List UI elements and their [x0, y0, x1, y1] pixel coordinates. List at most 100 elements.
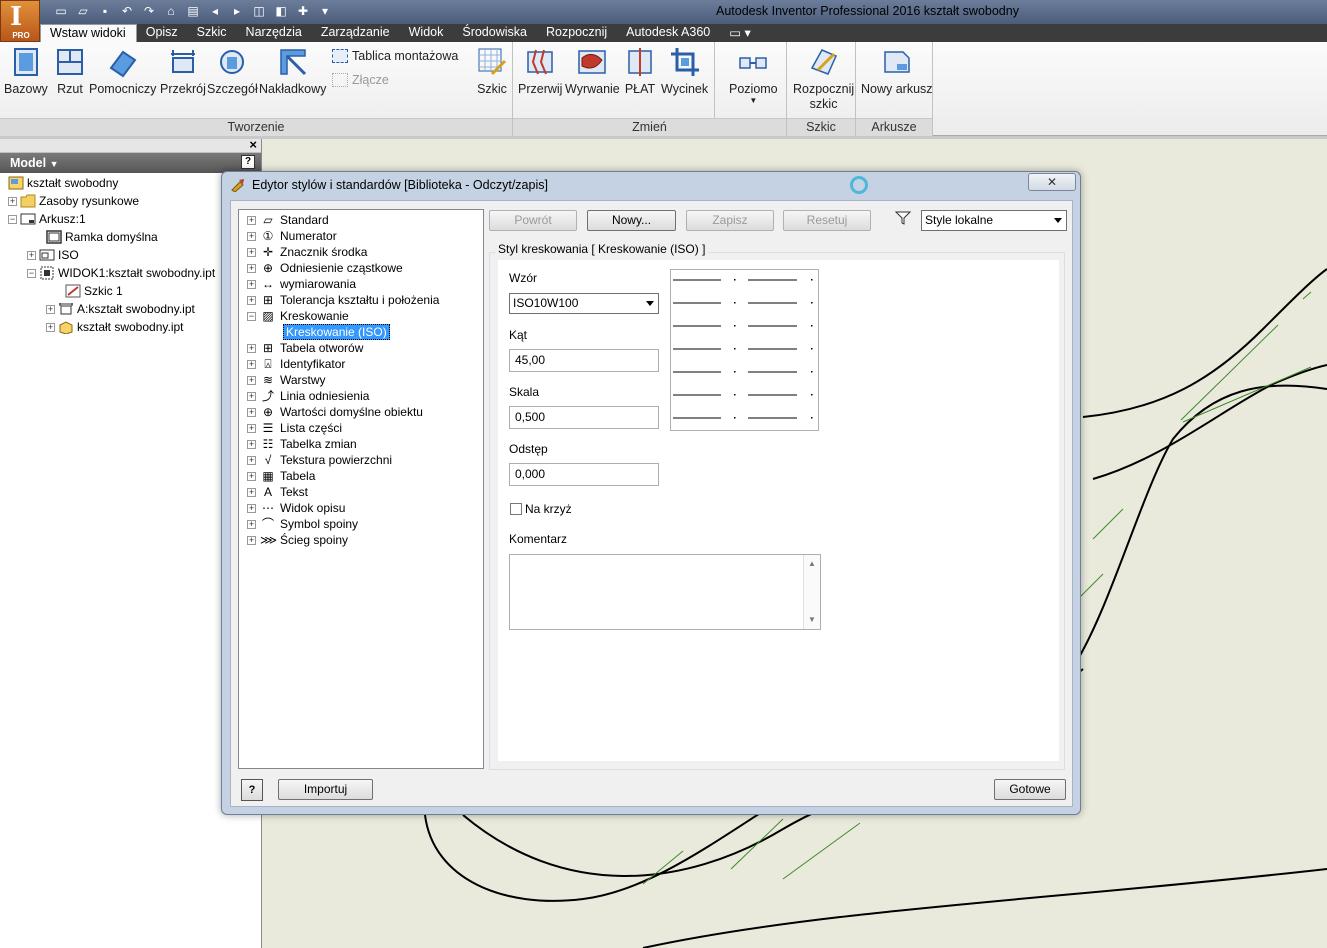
expand-icon[interactable]: + [247, 215, 256, 225]
ribbon-tab-4[interactable]: Zarządzanie [312, 24, 400, 42]
szkic-button[interactable]: Szkic [476, 46, 508, 97]
powrot-button[interactable]: Powrót [489, 210, 577, 231]
style-tree-item[interactable]: + ⍓ Identyfikator [247, 356, 345, 372]
odstep-input[interactable]: 0,000 [509, 463, 659, 486]
ribbon-tab-1[interactable]: Opisz [137, 24, 188, 42]
na-krzyz-checkbox[interactable]: Na krzyż [510, 502, 572, 516]
expand-icon[interactable]: + [247, 359, 256, 369]
undo-icon[interactable]: ↶ [118, 3, 136, 19]
checkbox-box[interactable] [510, 503, 522, 515]
expand-icon[interactable]: + [247, 247, 256, 257]
collapse-icon[interactable]: − [247, 311, 256, 321]
add-icon[interactable]: ✚ [294, 3, 312, 19]
importuj-button[interactable]: Importuj [278, 779, 373, 800]
browser-help-icon[interactable]: ? [241, 155, 255, 169]
komentarz-scrollbar[interactable]: ▲ ▼ [803, 555, 820, 629]
expand-icon[interactable]: + [247, 263, 256, 273]
przekroj-button[interactable]: Przekrój [160, 46, 206, 97]
poziomo-button[interactable]: Poziomo ▼ [729, 46, 778, 105]
tree-item-a-ksztalt[interactable]: + A:kształt swobodny.ipt [46, 300, 195, 318]
style-tree-item[interactable]: + ⋙ Ścieg spoiny [247, 532, 348, 548]
expand-icon[interactable]: + [247, 439, 256, 449]
material-icon[interactable]: ◫ [250, 3, 268, 19]
bazowy-button[interactable]: Bazowy [4, 46, 48, 97]
qat-dropdown-icon[interactable]: ▾ [316, 3, 334, 19]
plat-button[interactable]: PŁAT [624, 46, 656, 97]
style-tree-item[interactable]: + ✛ Znacznik środka [247, 244, 367, 260]
rozpocznij-szkic-button[interactable]: Rozpocznij szkic [793, 46, 854, 112]
style-tree-item[interactable]: + ⋯ Widok opisu [247, 500, 345, 516]
collapse-icon[interactable]: − [8, 214, 17, 224]
print-icon[interactable]: ▤ [184, 3, 202, 19]
expand-icon[interactable]: + [247, 455, 256, 465]
wzor-select[interactable]: ISO10W100 [509, 293, 659, 314]
redo-icon[interactable]: ↷ [140, 3, 158, 19]
rzut-button[interactable]: Rzut [54, 46, 86, 97]
tablica-montazowa-button[interactable]: Tablica montażowa [332, 49, 458, 63]
expand-icon[interactable]: + [247, 535, 256, 545]
save-icon[interactable]: ▪ [96, 3, 114, 19]
ribbon-tab-3[interactable]: Narzędzia [237, 24, 312, 42]
style-tree-item[interactable]: + ⊕ Wartości domyślne obiektu [247, 404, 423, 420]
expand-icon[interactable]: + [247, 503, 256, 513]
ribbon-tab-2[interactable]: Szkic [188, 24, 237, 42]
komentarz-textarea[interactable]: ▲ ▼ [509, 554, 821, 630]
style-tree-item[interactable]: + ⤴ Linia odniesienia [247, 388, 369, 404]
style-tree-item[interactable]: − ▨ Kreskowanie [247, 308, 349, 324]
app-menu-button[interactable]: I PRO [0, 0, 40, 42]
ribbon-tab-5[interactable]: Widok [400, 24, 454, 42]
dialog-close-button[interactable]: ✕ [1028, 173, 1076, 191]
style-tree-item[interactable]: Kreskowanie (ISO) [283, 324, 390, 340]
expand-icon[interactable]: + [247, 295, 256, 305]
style-tree-item[interactable]: + ▦ Tabela [247, 468, 315, 484]
style-filter-select[interactable]: Style lokalne [921, 210, 1067, 231]
expand-icon[interactable]: + [247, 423, 256, 433]
update-icon[interactable]: ▸ [228, 3, 246, 19]
open-folder-icon[interactable]: ▱ [74, 3, 92, 19]
przerwij-button[interactable]: Przerwij [518, 46, 562, 97]
wyrwanie-button[interactable]: Wyrwanie [565, 46, 620, 97]
kat-input[interactable]: 45,00 [509, 349, 659, 372]
szczegol-button[interactable]: Szczegół [207, 46, 258, 97]
ribbon-tab-8[interactable]: Autodesk A360 [617, 24, 720, 42]
filter-icon[interactable] [895, 211, 911, 225]
ribbon-tab-0[interactable]: Wstaw widoki [40, 24, 137, 42]
new-file-icon[interactable]: ▭ [52, 3, 70, 19]
expand-icon[interactable]: + [247, 407, 256, 417]
style-tree-item[interactable]: + ≋ Warstwy [247, 372, 326, 388]
expand-icon[interactable]: + [8, 196, 17, 206]
appearance-icon[interactable]: ◧ [272, 3, 290, 19]
tree-item-root[interactable]: kształt swobodny [8, 174, 118, 192]
style-tree-item[interactable]: + ① Numerator [247, 228, 337, 244]
resetuj-button[interactable]: Resetuj [783, 210, 871, 231]
ribbon-tab-9[interactable]: ▭ ▾ [720, 24, 761, 42]
browser-header[interactable]: Model ▼ ? [0, 153, 261, 173]
style-tree-item[interactable]: + ☷ Tabelka zmian [247, 436, 357, 452]
tree-item-zasoby[interactable]: + Zasoby rysunkowe [8, 192, 139, 210]
expand-icon[interactable]: + [247, 391, 256, 401]
style-tree-item[interactable]: + ⌒ Symbol spoiny [247, 516, 358, 532]
expand-icon[interactable]: + [247, 375, 256, 385]
ribbon-tab-6[interactable]: Środowiska [453, 24, 537, 42]
collapse-icon[interactable]: − [27, 268, 36, 278]
style-tree-item[interactable]: + √ Tekstura powierzchni [247, 452, 392, 468]
tree-item-iso[interactable]: + ISO [27, 246, 79, 264]
nowy-arkusz-button[interactable]: Nowy arkusz [861, 46, 933, 97]
style-tree-item[interactable]: + ↔ wymiarowania [247, 276, 356, 292]
style-tree-item[interactable]: + ▱ Standard [247, 212, 329, 228]
expand-icon[interactable]: + [27, 250, 36, 260]
tree-item-widok1[interactable]: − WIDOK1:kształt swobodny.ipt [27, 264, 215, 282]
tree-item-szkic1[interactable]: Szkic 1 [65, 282, 123, 300]
expand-icon[interactable]: + [247, 343, 256, 353]
style-tree-item[interactable]: + ⊞ Tolerancja kształtu i położenia [247, 292, 439, 308]
expand-icon[interactable]: + [247, 279, 256, 289]
tree-item-part[interactable]: + kształt swobodny.ipt [46, 318, 184, 336]
expand-icon[interactable]: + [46, 304, 55, 314]
zlacze-button[interactable]: Złącze [332, 73, 389, 87]
expand-icon[interactable]: + [247, 231, 256, 241]
pomocniczy-button[interactable]: Pomocniczy [89, 46, 156, 97]
wycinek-button[interactable]: Wycinek [661, 46, 708, 97]
style-tree-item[interactable]: + ⊕ Odniesienie cząstkowe [247, 260, 403, 276]
nakladkowy-button[interactable]: Nakładkowy [259, 46, 326, 97]
dialog-help-button[interactable]: ? [241, 779, 263, 801]
